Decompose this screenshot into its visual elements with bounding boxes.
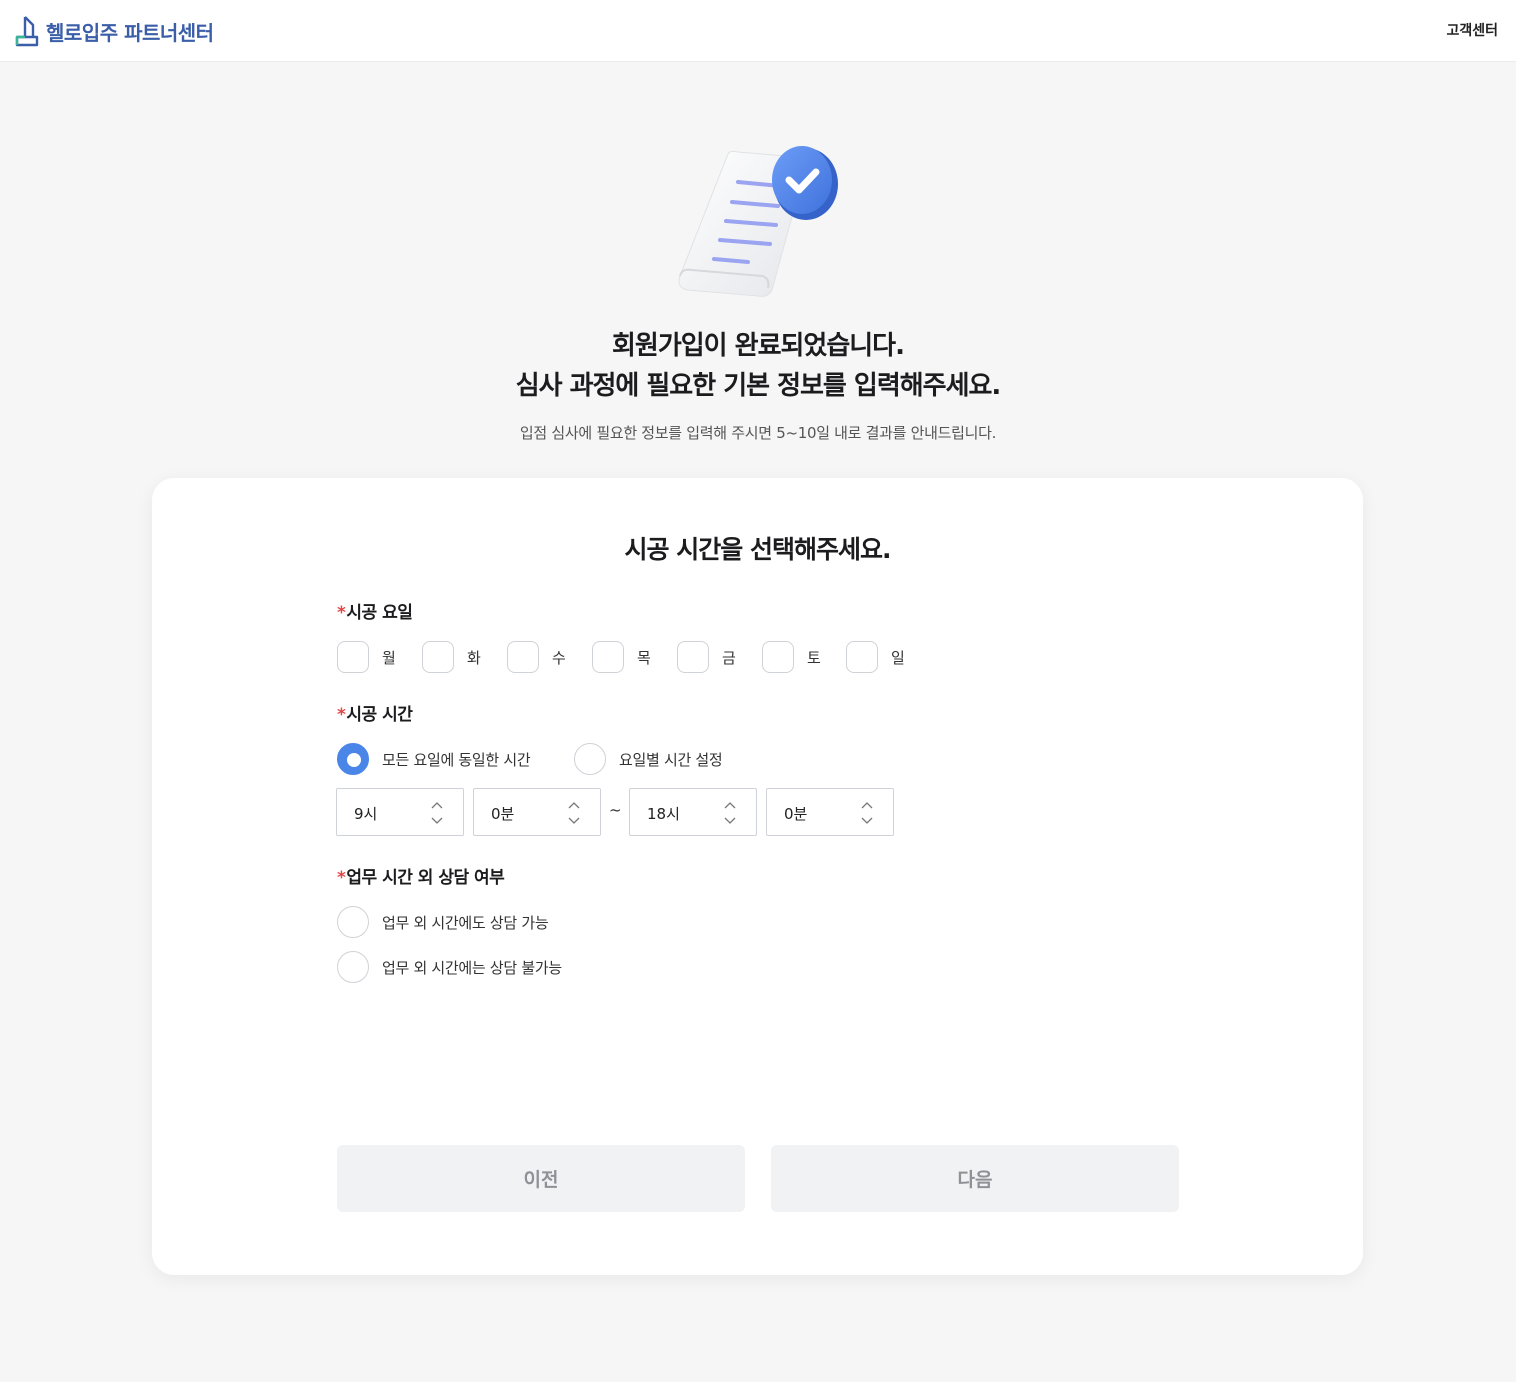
day-option-thu[interactable]: 목 <box>592 641 667 673</box>
next-button[interactable]: 다음 <box>771 1145 1179 1212</box>
radio-button[interactable] <box>337 743 369 775</box>
radio-label: 업무 외 시간에는 상담 불가능 <box>382 958 562 977</box>
radio-after-hours-unavailable[interactable]: 업무 외 시간에는 상담 불가능 <box>337 951 562 983</box>
days-section-label: *시공 요일 <box>337 598 413 623</box>
day-label: 금 <box>722 648 736 667</box>
time-section-label: *시공 시간 <box>337 700 413 725</box>
brand-logo[interactable]: 헬로입주 파트너센터 <box>14 14 214 48</box>
radio-same-time[interactable]: 모든 요일에 동일한 시간 <box>337 743 531 775</box>
end-minute-select[interactable]: 0분 <box>766 788 894 836</box>
day-label: 토 <box>807 648 821 667</box>
day-option-sun[interactable]: 일 <box>846 641 921 673</box>
page-subline: 입점 심사에 필요한 정보를 입력해 주시면 5~10일 내로 결과를 안내드립… <box>519 424 997 442</box>
after-hours-section-label: *업무 시간 외 상담 여부 <box>337 863 505 888</box>
radio-label: 모든 요일에 동일한 시간 <box>382 750 531 769</box>
spinner-arrows-icon <box>724 802 736 824</box>
start-hour-select[interactable]: 9시 <box>336 788 464 836</box>
checkbox[interactable] <box>422 641 454 673</box>
start-hour-value: 9시 <box>354 805 378 823</box>
headline-line-2: 심사 과정에 필요한 기본 정보를 입력해주세요. <box>515 371 1002 401</box>
radio-button[interactable] <box>574 743 606 775</box>
document-check-illustration-icon <box>678 146 838 297</box>
prev-button[interactable]: 이전 <box>337 1145 745 1212</box>
after-hours-label-text: 업무 시간 외 상담 여부 <box>346 868 505 888</box>
checkbox[interactable] <box>507 641 539 673</box>
spinner-arrows-icon <box>861 802 873 824</box>
end-hour-select[interactable]: 18시 <box>629 788 757 836</box>
checkbox[interactable] <box>677 641 709 673</box>
day-label: 목 <box>637 648 651 667</box>
start-minute-select[interactable]: 0분 <box>473 788 601 836</box>
top-header: 헬로입주 파트너센터 고객센터 <box>0 0 1516 62</box>
form-card: 시공 시간을 선택해주세요. *시공 요일 월 화 수 목 금 토 일 *시공 … <box>152 478 1363 1275</box>
radio-per-day-time[interactable]: 요일별 시간 설정 <box>574 743 723 775</box>
day-option-sat[interactable]: 토 <box>762 641 837 673</box>
radio-after-hours-available[interactable]: 업무 외 시간에도 상담 가능 <box>337 906 549 938</box>
required-mark: * <box>337 603 346 623</box>
customer-center-link[interactable]: 고객센터 <box>1446 20 1498 40</box>
checkbox[interactable] <box>846 641 878 673</box>
day-label: 화 <box>467 648 481 667</box>
end-minute-value: 0분 <box>784 805 808 823</box>
day-option-tue[interactable]: 화 <box>422 641 497 673</box>
radio-label: 요일별 시간 설정 <box>619 750 723 769</box>
checkbox[interactable] <box>337 641 369 673</box>
start-minute-value: 0분 <box>491 805 515 823</box>
time-label-text: 시공 시간 <box>346 705 413 725</box>
brand-name: 헬로입주 파트너센터 <box>46 20 214 45</box>
checkbox[interactable] <box>592 641 624 673</box>
required-mark: * <box>337 868 346 888</box>
spinner-arrows-icon <box>431 802 443 824</box>
day-option-wed[interactable]: 수 <box>507 641 582 673</box>
headline-line-1: 회원가입이 완료되었습니다. <box>612 331 905 361</box>
radio-label: 업무 외 시간에도 상담 가능 <box>382 913 549 932</box>
day-option-fri[interactable]: 금 <box>677 641 752 673</box>
page-headline: 회원가입이 완료되었습니다. 심사 과정에 필요한 기본 정보를 입력해주세요. <box>0 326 1516 406</box>
time-range-separator: ~ <box>609 801 622 819</box>
required-mark: * <box>337 705 346 725</box>
form-title: 시공 시간을 선택해주세요. <box>624 535 892 564</box>
end-hour-value: 18시 <box>647 805 680 823</box>
checkbox[interactable] <box>762 641 794 673</box>
days-label-text: 시공 요일 <box>346 603 413 623</box>
radio-button[interactable] <box>337 951 369 983</box>
radio-button[interactable] <box>337 906 369 938</box>
day-label: 월 <box>382 648 396 667</box>
day-label: 일 <box>891 648 905 667</box>
day-option-mon[interactable]: 월 <box>337 641 412 673</box>
day-label: 수 <box>552 648 566 667</box>
building-logo-icon <box>15 16 39 47</box>
spinner-arrows-icon <box>568 802 580 824</box>
